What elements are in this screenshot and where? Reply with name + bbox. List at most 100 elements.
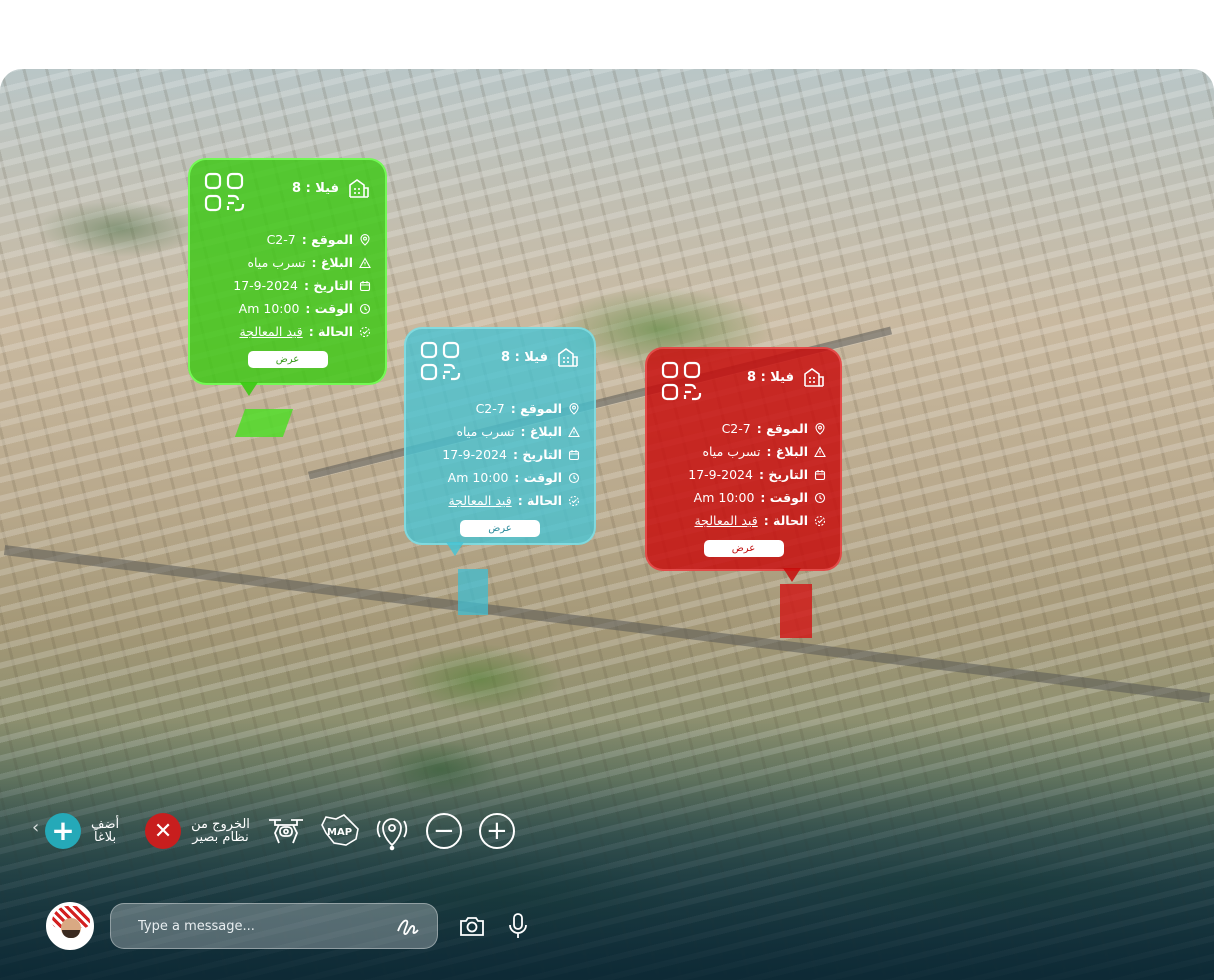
card-row-status: الحالة : قيد المعالجة [661,509,826,532]
plus-circle-icon: + [478,813,515,849]
status-icon [814,515,826,526]
message-composer [46,902,532,950]
view-button[interactable]: عرض [247,351,328,368]
location-signal-icon [376,818,408,851]
building-icon [804,368,824,387]
calendar-icon [814,469,826,480]
map-button[interactable]: MAP [318,809,362,853]
report-card-green: فيلا : 8 الموقع : C2-7 البلاغ : تسرب ميا… [188,158,387,396]
add-report-label: أضف بلاغاً [91,818,119,844]
saudi-map-icon: MAP [321,814,359,846]
location-pin-icon [815,422,825,435]
exit-system-button[interactable]: ✕ الخروج من نظام بصير [145,813,250,849]
exit-label: الخروج من نظام بصير [191,818,250,844]
qr-code-icon[interactable] [661,361,703,403]
row-key: التاريخ : [758,467,808,482]
svg-text:MAP: MAP [327,827,352,838]
row-key: الوقت : [514,470,562,485]
clock-icon [359,303,371,314]
zoom-in-button[interactable]: + [475,809,519,853]
message-box[interactable] [110,903,438,949]
plus-icon: + [45,813,81,849]
qr-code-icon[interactable] [204,172,246,214]
villa-label: فيلا : 8 [292,180,339,196]
card-row-report: البلاغ : تسرب مياه [661,440,826,463]
location-pin-icon [569,402,579,415]
card-row-location: الموقع : C2-7 [420,397,580,420]
card-row-time: الوقت : Am 10:00 [661,486,826,509]
highlighted-villa-cyan[interactable] [458,569,488,615]
row-key: البلاغ : [520,424,562,439]
warning-icon [568,425,580,437]
chevron-left-icon[interactable]: ‹ [32,817,39,838]
row-key: الموقع : [756,421,808,436]
row-value: Am 10:00 [238,301,300,316]
row-value: تسرب مياه [456,424,515,439]
row-value: Am 10:00 [693,490,755,505]
qr-code-icon[interactable] [420,341,462,383]
card-row-time: الوقت : Am 10:00 [420,466,580,489]
zoom-out-button[interactable]: − [422,809,466,853]
calendar-icon [568,449,580,460]
card-row-time: الوقت : Am 10:00 [204,297,371,320]
row-key: الحالة : [763,513,808,528]
warning-icon [359,256,371,268]
avatar[interactable] [46,902,94,950]
row-value[interactable]: قيد المعالجة [239,324,302,339]
row-key: التاريخ : [303,278,353,293]
add-report-button[interactable]: + أضف بلاغاً [45,813,119,849]
row-value[interactable]: قيد المعالجة [448,493,511,508]
row-value[interactable]: قيد المعالجة [694,513,757,528]
row-value: C2-7 [721,421,751,436]
highlighted-villa-red[interactable] [780,584,812,638]
card-row-status: الحالة : قيد المعالجة [420,489,580,512]
row-key: الوقت : [305,301,353,316]
add-report-label-line2: بلاغاً [93,830,117,845]
card-row-location: الموقع : C2-7 [661,417,826,440]
card-row-date: التاريخ : 17-9-2024 [204,274,371,297]
card-row-location: الموقع : C2-7 [204,228,371,251]
row-value: C2-7 [266,232,296,247]
view-button[interactable]: عرض [460,520,540,537]
drone-icon [268,819,303,844]
row-key: الموقع : [510,401,562,416]
row-value: 17-9-2024 [442,447,507,462]
view-button[interactable]: عرض [703,540,784,557]
map-toolbar: + أضف بلاغاً ✕ الخروج من نظام بصير MAP −… [34,810,519,852]
calendar-icon [359,280,371,291]
report-card-cyan: فيلا : 8 الموقع : C2-7 البلاغ : تسرب ميا… [404,327,596,556]
row-key: الموقع : [301,232,353,247]
close-icon: ✕ [145,813,182,849]
building-icon [349,179,369,198]
drone-button[interactable] [264,809,308,853]
row-value: 17-9-2024 [688,467,753,482]
row-key: الحالة : [308,324,353,339]
avatar-thobe [54,938,88,948]
row-key: البلاغ : [766,444,808,459]
row-key: الحالة : [517,493,562,508]
row-value: تسرب مياه [702,444,761,459]
message-input[interactable] [138,918,378,934]
villa-title: فيلا : 8 [501,345,580,369]
card-row-report: البلاغ : تسرب مياه [420,420,580,443]
row-value: تسرب مياه [247,255,306,270]
card-row-date: التاريخ : 17-9-2024 [661,463,826,486]
microphone-icon [509,913,527,938]
villa-title: فيلا : 8 [747,365,826,389]
clock-icon [814,492,826,503]
microphone-button[interactable] [504,912,532,940]
row-key: الوقت : [760,490,808,505]
camera-button[interactable] [458,912,486,940]
location-button[interactable] [370,809,414,853]
report-card-red: فيلا : 8 الموقع : C2-7 البلاغ : تسرب ميا… [645,347,842,582]
row-value: Am 10:00 [447,470,509,485]
card-row-date: التاريخ : 17-9-2024 [420,443,580,466]
status-icon [568,495,580,506]
status-icon [359,326,371,337]
camera-icon [460,917,484,936]
minus-icon: − [425,813,462,849]
highlighted-villa-green[interactable] [234,409,294,437]
map-viewport[interactable]: فيلا : 8 الموقع : C2-7 البلاغ : تسرب ميا… [0,69,1214,980]
villa-label: فيلا : 8 [747,369,794,385]
handwriting-icon[interactable] [395,913,421,939]
